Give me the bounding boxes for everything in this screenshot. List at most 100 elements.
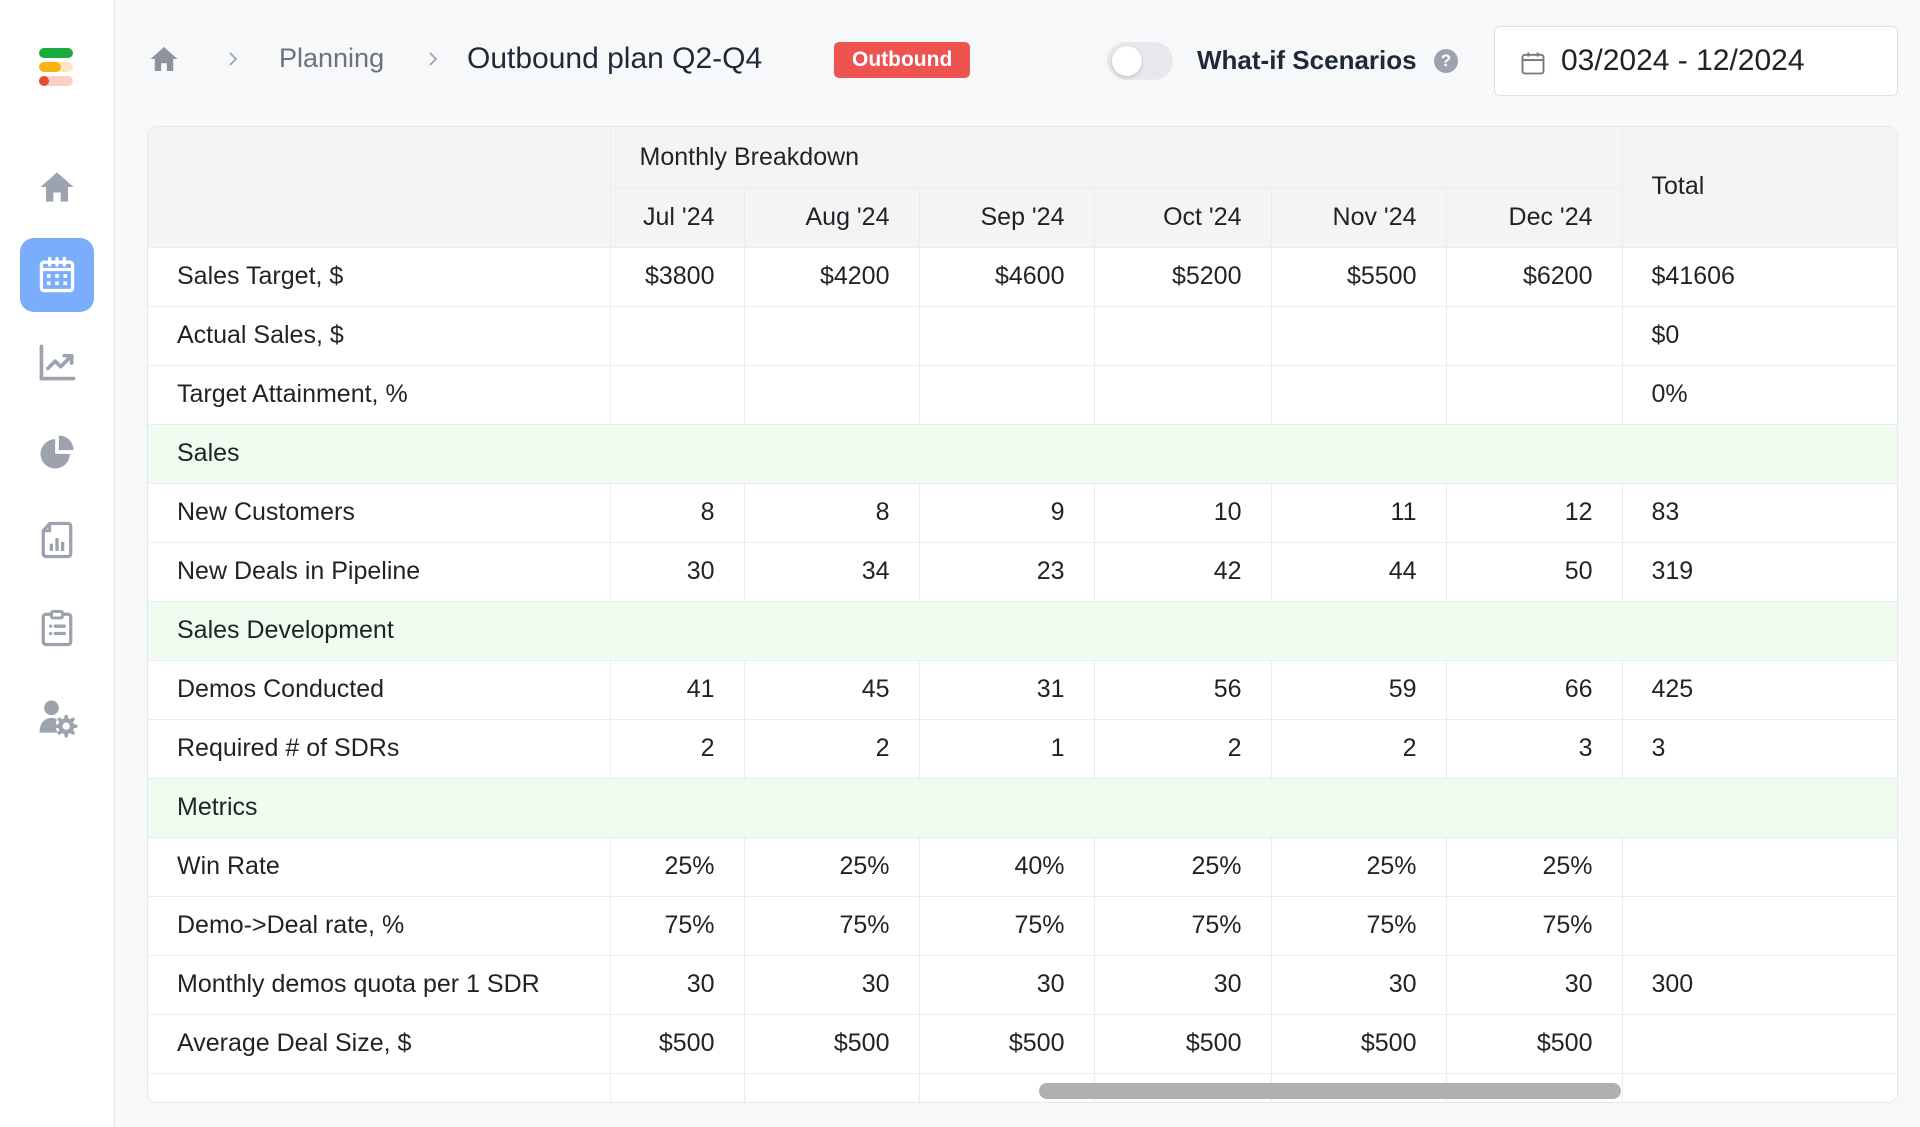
chevron-right-icon: [229, 52, 238, 66]
clipboard-list-icon: [41, 610, 73, 647]
month-cell[interactable]: 2: [1270, 718, 1447, 779]
month-cell[interactable]: 8: [609, 482, 745, 543]
month-cell[interactable]: [609, 364, 745, 425]
month-cell[interactable]: [1270, 364, 1447, 425]
month-cell[interactable]: 75%: [743, 895, 920, 956]
month-cell[interactable]: 75%: [1270, 895, 1447, 956]
horizontal-scrollbar[interactable]: [1039, 1083, 1621, 1099]
month-header: Nov '24: [1270, 187, 1447, 248]
section-row: Sales Development: [148, 600, 1897, 661]
section-label: Sales: [148, 423, 1897, 484]
month-cell[interactable]: $500: [1445, 1013, 1623, 1074]
date-range-picker[interactable]: 03/2024 - 12/2024: [1494, 26, 1898, 96]
month-cell[interactable]: 44: [1270, 541, 1447, 602]
month-cell[interactable]: 9: [918, 482, 1095, 543]
month-cell[interactable]: 1: [918, 718, 1095, 779]
month-cell[interactable]: [1270, 305, 1447, 366]
month-cell[interactable]: $500: [1270, 1013, 1447, 1074]
month-cell[interactable]: 45: [743, 659, 920, 720]
month-cell[interactable]: 30: [743, 954, 920, 1015]
whatif-toggle[interactable]: [1107, 42, 1173, 80]
month-cell[interactable]: 25%: [609, 836, 745, 897]
month-cell[interactable]: $5500: [1270, 246, 1447, 307]
month-cell[interactable]: 25%: [743, 836, 920, 897]
user-gear-icon: [39, 700, 78, 738]
row-label: Actual Sales, $: [148, 305, 611, 366]
month-cell[interactable]: [743, 364, 920, 425]
month-header: Aug '24: [743, 187, 920, 248]
month-cell[interactable]: 23: [918, 541, 1095, 602]
month-header: Jul '24: [610, 187, 745, 248]
row-label: Demos Conducted: [148, 659, 611, 720]
table-row: Average Deal Size, $ $500 $500 $500 $500 $500…: [148, 1013, 1897, 1074]
month-cell[interactable]: 2: [609, 718, 745, 779]
total-header: Total: [1621, 127, 1897, 248]
app-logo[interactable]: [39, 48, 73, 92]
month-cell[interactable]: 8: [743, 482, 920, 543]
month-cell[interactable]: 30: [1270, 954, 1447, 1015]
breadcrumb-home-icon[interactable]: [147, 42, 181, 76]
month-cell[interactable]: 30: [918, 954, 1095, 1015]
month-cell[interactable]: 2: [1093, 718, 1272, 779]
month-cell[interactable]: 66: [1445, 659, 1623, 720]
month-cell[interactable]: 75%: [1445, 895, 1623, 956]
month-cell[interactable]: [1093, 305, 1272, 366]
sidebar-item-user-settings[interactable]: [20, 680, 94, 754]
month-cell[interactable]: 2: [743, 718, 920, 779]
sidebar: [0, 0, 115, 1127]
month-cell[interactable]: 41: [609, 659, 745, 720]
chevron-right-icon: [429, 52, 438, 66]
month-cell[interactable]: 75%: [609, 895, 745, 956]
month-cell[interactable]: $6200: [1445, 246, 1623, 307]
breadcrumb-planning[interactable]: Planning: [279, 43, 384, 74]
table-row: New Customers 8 8 9 10 11 12 83: [148, 482, 1897, 543]
sidebar-item-home[interactable]: [20, 150, 94, 224]
month-cell[interactable]: 3: [1445, 718, 1623, 779]
month-cell[interactable]: $5200: [1093, 246, 1272, 307]
month-header: Sep '24: [918, 187, 1095, 248]
month-cell[interactable]: 30: [609, 541, 745, 602]
month-cell[interactable]: 75%: [918, 895, 1095, 956]
month-cell[interactable]: 30: [1093, 954, 1272, 1015]
month-cell[interactable]: [918, 364, 1095, 425]
sidebar-item-planning[interactable]: [20, 238, 94, 312]
month-cell[interactable]: 25%: [1270, 836, 1447, 897]
month-cell[interactable]: 25%: [1445, 836, 1623, 897]
scrollbar-track-row: [148, 1072, 1897, 1102]
table-row: Demo->Deal rate, % 75% 75% 75% 75% 75% 75%: [148, 895, 1897, 956]
month-cell[interactable]: 59: [1270, 659, 1447, 720]
sidebar-item-tasks[interactable]: [20, 591, 94, 665]
month-cell[interactable]: 25%: [1093, 836, 1272, 897]
month-cell[interactable]: [918, 305, 1095, 366]
month-cell[interactable]: $500: [743, 1013, 920, 1074]
month-cell[interactable]: 11: [1270, 482, 1447, 543]
month-cell[interactable]: [743, 305, 920, 366]
help-icon[interactable]: ?: [1434, 49, 1458, 73]
month-cell[interactable]: [1445, 305, 1623, 366]
month-cell[interactable]: 40%: [918, 836, 1095, 897]
month-cell[interactable]: 34: [743, 541, 920, 602]
month-cell[interactable]: $500: [1093, 1013, 1272, 1074]
month-cell[interactable]: 56: [1093, 659, 1272, 720]
month-cell[interactable]: 30: [609, 954, 745, 1015]
month-cell[interactable]: 12: [1445, 482, 1623, 543]
month-cell[interactable]: 30: [1445, 954, 1623, 1015]
month-cell[interactable]: $3800: [609, 246, 745, 307]
month-cell[interactable]: $4200: [743, 246, 920, 307]
sidebar-item-analytics[interactable]: [20, 326, 94, 400]
month-cell[interactable]: 10: [1093, 482, 1272, 543]
month-cell[interactable]: [1445, 364, 1623, 425]
month-cell[interactable]: [1093, 364, 1272, 425]
month-cell[interactable]: $500: [609, 1013, 745, 1074]
total-cell: 83: [1621, 482, 1897, 543]
month-cell[interactable]: 75%: [1093, 895, 1272, 956]
sidebar-item-documents[interactable]: [20, 503, 94, 577]
month-cell[interactable]: [609, 305, 745, 366]
sidebar-item-reports[interactable]: [20, 415, 94, 489]
date-range-value: 03/2024 - 12/2024: [1561, 44, 1805, 77]
month-cell[interactable]: 50: [1445, 541, 1623, 602]
month-cell[interactable]: 42: [1093, 541, 1272, 602]
month-cell[interactable]: 31: [918, 659, 1095, 720]
month-cell[interactable]: $4600: [918, 246, 1095, 307]
month-cell[interactable]: $500: [918, 1013, 1095, 1074]
